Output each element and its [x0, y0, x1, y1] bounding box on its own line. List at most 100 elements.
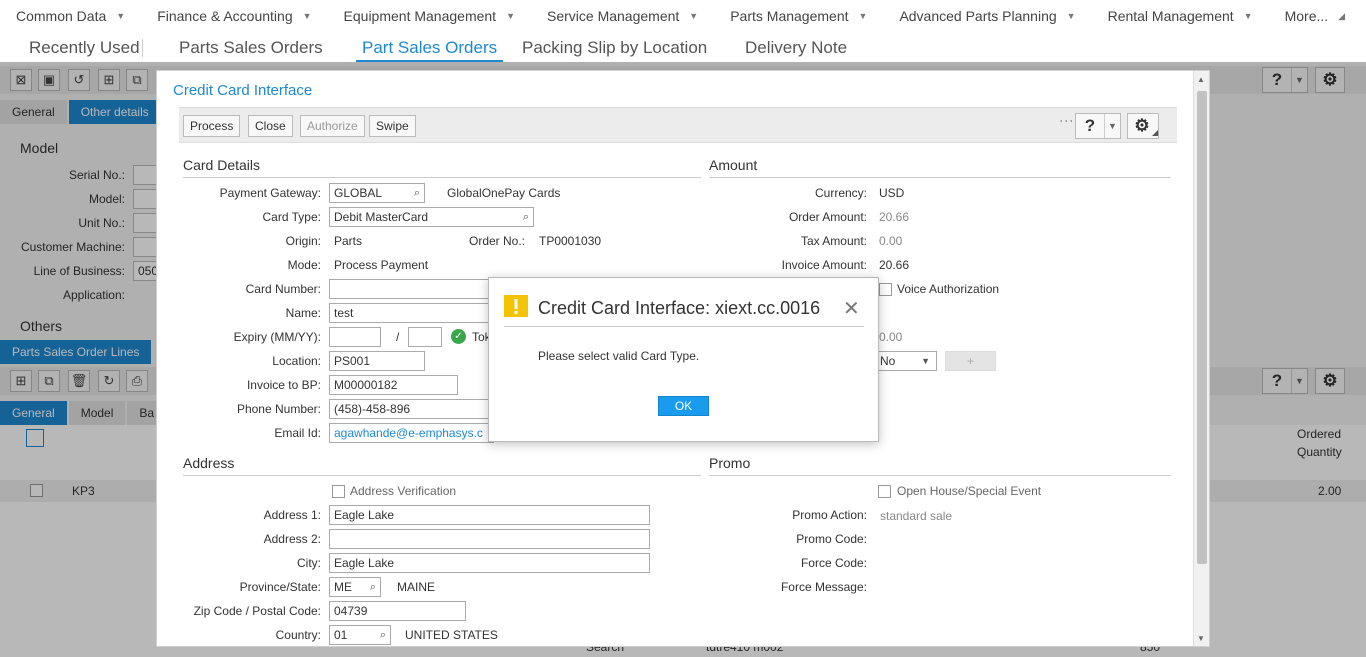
menu-common-data[interactable]: Common Data ▼	[0, 8, 141, 24]
city-field[interactable]: Eagle Lake	[329, 553, 650, 573]
force-code-label: Force Code:	[800, 556, 867, 570]
chevron-down-icon: ▼	[506, 11, 515, 21]
tab-delivery-note[interactable]: Delivery Note	[745, 38, 847, 58]
more-triangle-icon: ◢	[1152, 127, 1159, 137]
lookup-icon[interactable]: ⌕	[414, 184, 420, 202]
expiry-month-field[interactable]	[329, 327, 381, 347]
menu-parts-management[interactable]: Parts Management ▼	[714, 8, 883, 24]
email-label: Email Id:	[274, 426, 321, 440]
add-button[interactable]: +	[945, 351, 996, 371]
error-dialog: Credit Card Interface: xiext.cc.0016 ✕ P…	[488, 277, 879, 442]
top-menu-bar: Common Data ▼ Finance & Accounting ▼ Equip…	[0, 0, 1366, 32]
card-type-field[interactable]: Debit MasterCard ⌕	[329, 207, 534, 227]
ok-button[interactable]: OK	[658, 396, 709, 416]
authorize-button[interactable]: Authorize	[300, 115, 365, 137]
chevron-down-icon: ▼	[1243, 11, 1253, 21]
more-triangle-icon: ◢	[1338, 10, 1346, 21]
tax-amount-label: Tax Amount:	[800, 234, 867, 248]
scrollbar-thumb[interactable]	[1197, 91, 1207, 564]
card-type-label: Card Type:	[262, 210, 321, 224]
address-verification-checkbox[interactable]	[332, 485, 345, 498]
tab-part-sales-orders[interactable]: Part Sales Orders	[356, 38, 504, 63]
address1-label: Address 1:	[263, 508, 321, 522]
close-button[interactable]: Close	[248, 115, 293, 137]
expiry-label: Expiry (MM/YY):	[233, 330, 321, 344]
menu-more[interactable]: More... ◢	[1269, 8, 1362, 24]
open-house-checkbox[interactable]	[878, 485, 891, 498]
tab-parts-sales-orders[interactable]: Parts Sales Orders	[179, 38, 323, 58]
scroll-up-icon[interactable]: ▲	[1197, 75, 1205, 84]
payment-gateway-desc: GlobalOnePay Cards	[447, 186, 561, 200]
phone-number-label: Phone Number:	[236, 402, 321, 416]
tax-amount-value: 0.00	[879, 234, 903, 248]
phone-number-field[interactable]: (458)-458-896	[329, 399, 494, 419]
menu-advanced-parts-planning[interactable]: Advanced Parts Planning ▼	[883, 8, 1091, 24]
tab-separator	[142, 39, 143, 57]
voice-authorization-checkbox[interactable]	[879, 283, 892, 296]
swipe-button[interactable]: Swipe	[369, 115, 416, 137]
country-label: Country:	[275, 628, 321, 642]
menu-rental-management[interactable]: Rental Management ▼	[1092, 8, 1269, 24]
address2-field[interactable]	[329, 529, 650, 549]
zip-label: Zip Code / Postal Code:	[193, 604, 321, 618]
process-button[interactable]: Process	[183, 115, 241, 137]
origin-label: Origin:	[285, 234, 321, 248]
expiry-year-field[interactable]	[408, 327, 442, 347]
menu-finance-accounting[interactable]: Finance & Accounting ▼	[141, 8, 327, 24]
voice-authorization-label: Voice Authorization	[897, 282, 1000, 296]
other-amount-value: 0.00	[879, 330, 903, 344]
currency-label: Currency:	[814, 186, 867, 200]
city-label: City:	[297, 556, 321, 570]
scroll-down-icon[interactable]: ▼	[1197, 634, 1205, 643]
promo-code-label: Promo Code:	[796, 532, 867, 546]
name-label: Name:	[285, 306, 321, 320]
tab-recently-used[interactable]: Recently Used	[29, 38, 140, 58]
address2-label: Address 2:	[263, 532, 321, 546]
lookup-icon[interactable]: ⌕	[370, 578, 376, 596]
card-number-field[interactable]	[329, 279, 494, 299]
window-settings-button[interactable]: ⚙ ◢	[1127, 113, 1160, 139]
name-field[interactable]: test	[329, 303, 494, 323]
mode-label: Mode:	[287, 258, 321, 272]
promo-action-value: standard sale	[880, 509, 953, 523]
province-label: Province/State:	[239, 580, 321, 594]
lookup-icon[interactable]: ⌕	[523, 208, 529, 226]
country-field[interactable]: 01 ⌕	[329, 625, 391, 645]
payment-gateway-label: Payment Gateway:	[219, 186, 321, 200]
drag-grip-icon: ⋮	[1059, 114, 1075, 126]
order-amount-value: 20.66	[879, 210, 910, 224]
document-tabs: Recently Used Parts Sales Orders Part Sa…	[0, 32, 1366, 63]
menu-equipment-management[interactable]: Equipment Management ▼	[328, 8, 531, 24]
expiry-separator: /	[396, 330, 400, 344]
invoice-amount-value: 20.66	[879, 258, 910, 272]
invoice-bp-field[interactable]: M00000182	[329, 375, 458, 395]
window-scrollbar[interactable]: ▲ ▼	[1193, 71, 1209, 646]
chevron-down-icon: ▼	[689, 11, 699, 21]
invoice-bp-label: Invoice to BP:	[246, 378, 321, 392]
province-field[interactable]: ME ⌕	[329, 577, 381, 597]
zip-field[interactable]: 04739	[329, 601, 466, 621]
force-message-label: Force Message:	[780, 580, 867, 594]
warning-icon	[504, 295, 528, 317]
address-verification-label: Address Verification	[350, 484, 457, 498]
email-field[interactable]: agawhande@e-emphasys.c	[329, 423, 494, 443]
province-desc: MAINE	[397, 580, 436, 594]
location-label: Location:	[272, 354, 321, 368]
menu-service-management[interactable]: Service Management ▼	[531, 8, 714, 24]
lookup-icon[interactable]: ⌕	[380, 626, 386, 644]
window-help-button[interactable]: ? ▼	[1075, 113, 1121, 139]
tab-packing-slip-by-location[interactable]: Packing Slip by Location	[522, 38, 707, 58]
help-icon: ?	[1084, 116, 1096, 135]
promo-action-label: Promo Action:	[792, 508, 867, 522]
location-field[interactable]: PS001	[329, 351, 425, 371]
address1-field[interactable]: Eagle Lake	[329, 505, 650, 525]
amount-heading: Amount	[709, 157, 1171, 178]
order-amount-label: Order Amount:	[788, 210, 867, 224]
window-title: Credit Card Interface	[173, 82, 313, 99]
chevron-down-icon: ▼	[302, 11, 312, 21]
approval-select[interactable]: No ▼	[875, 351, 937, 371]
chevron-down-icon: ▼	[921, 356, 930, 366]
payment-gateway-field[interactable]: GLOBAL ⌕	[329, 183, 425, 203]
close-icon[interactable]: ✕	[843, 296, 860, 321]
mode-value: Process Payment	[334, 258, 429, 272]
